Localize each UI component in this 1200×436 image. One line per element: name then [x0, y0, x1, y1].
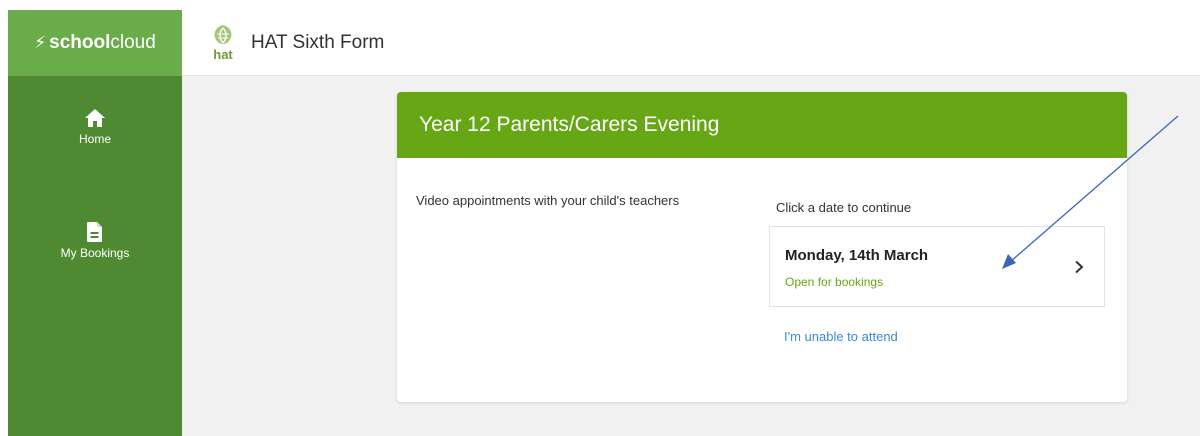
home-icon	[85, 109, 105, 127]
sidebar-item-label: My Bookings	[60, 246, 130, 260]
logo-text: hat	[213, 47, 233, 62]
chevron-right-icon	[1075, 260, 1084, 274]
unable-to-attend-link[interactable]: I'm unable to attend	[784, 329, 898, 344]
schoolcloud-logo[interactable]: ⚡ school cloud	[8, 10, 182, 76]
event-description: Video appointments with your child's tea…	[416, 193, 680, 208]
event-title: Year 12 Parents/Carers Evening	[419, 113, 720, 136]
bolt-icon: ⚡	[34, 33, 47, 52]
sidebar-item-my-bookings[interactable]: My Bookings	[8, 222, 182, 260]
event-card-header: Year 12 Parents/Carers Evening	[397, 92, 1127, 158]
school-name: HAT Sixth Form	[251, 31, 385, 53]
sidebar: ⚡ school cloud Home My Bookings	[8, 10, 182, 436]
sidebar-item-label: Home	[78, 132, 111, 146]
sidebar-item-home[interactable]: Home	[8, 108, 182, 146]
date-option-button[interactable]: Monday, 14th March Open for bookings	[769, 226, 1105, 307]
brand-light-text: cloud	[110, 32, 156, 53]
date-label: Monday, 14th March	[785, 247, 929, 264]
school-logo: hat	[213, 24, 233, 62]
app-window: ⚡ school cloud Home My Bookings hat HAT …	[8, 10, 1200, 436]
brand-bold-text: school	[49, 32, 111, 53]
booking-status: Open for bookings	[785, 275, 884, 289]
document-icon	[87, 222, 102, 242]
event-card: Year 12 Parents/Carers Evening Video app…	[397, 92, 1127, 402]
top-bar: hat HAT Sixth Form	[182, 10, 1200, 76]
date-prompt: Click a date to continue	[776, 200, 912, 215]
